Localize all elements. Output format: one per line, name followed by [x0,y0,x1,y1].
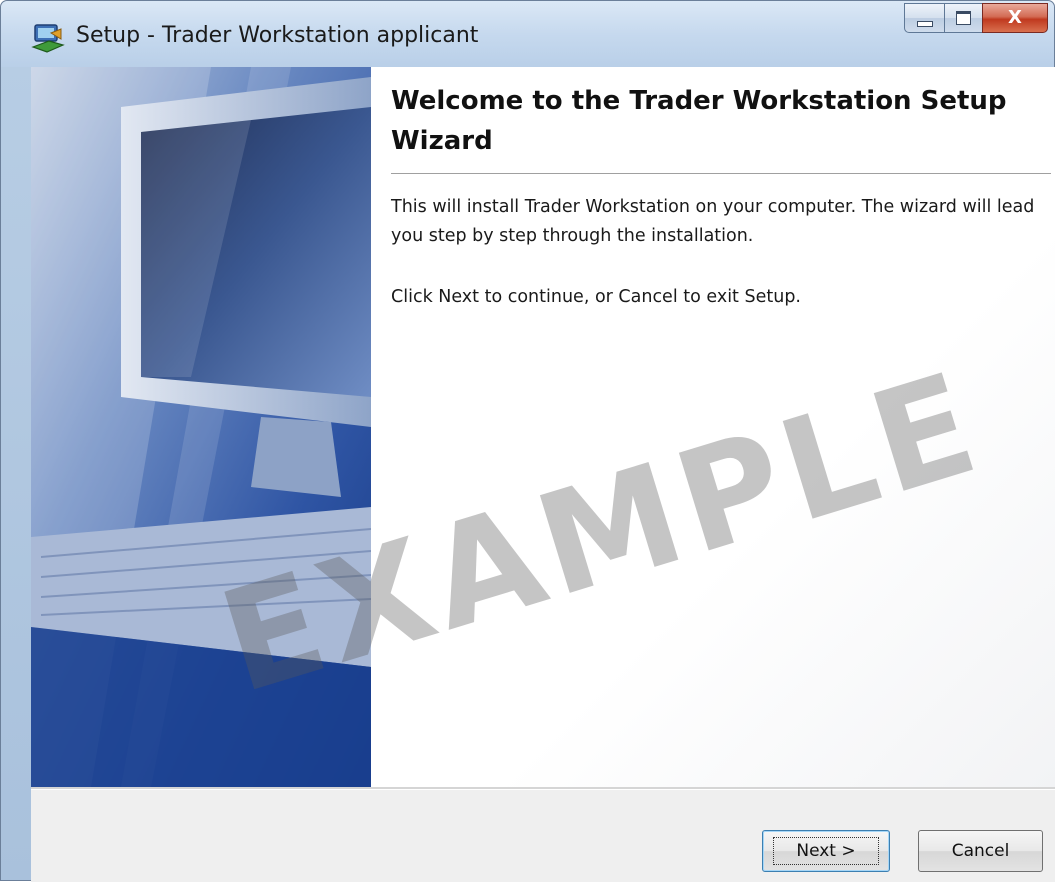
close-button[interactable]: X [982,3,1048,33]
wizard-footer: Next > Cancel [31,790,1055,882]
title-bar[interactable]: Setup - Trader Workstation applicant X [1,1,1054,67]
window-title: Setup - Trader Workstation applicant [76,23,479,48]
close-icon: X [1008,7,1022,28]
wizard-content-panel: Welcome to the Trader Workstation Setup … [371,67,1055,787]
setup-installer-icon [31,24,65,53]
minimize-icon [916,21,933,27]
maximize-button[interactable] [944,3,982,33]
maximize-icon [956,11,971,25]
cancel-button[interactable]: Cancel [918,830,1043,872]
next-button[interactable]: Next > [762,830,890,872]
heading-divider [391,173,1051,174]
minimize-button[interactable] [904,3,944,33]
wizard-side-image [31,67,371,787]
intro-paragraph: This will install Trader Workstation on … [391,197,1035,246]
wizard-client-area: Welcome to the Trader Workstation Setup … [31,67,1055,882]
setup-wizard-window: Setup - Trader Workstation applicant X W… [0,0,1055,882]
wizard-heading: Welcome to the Trader Workstation Setup … [391,86,1007,156]
caption-buttons: X [904,3,1048,33]
instruction-paragraph: Click Next to continue, or Cancel to exi… [391,287,801,307]
next-button-label: Next > [773,837,879,865]
computer-illustration [31,67,371,787]
